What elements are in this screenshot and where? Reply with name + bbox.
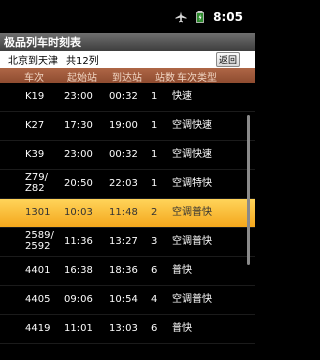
airplane-icon <box>175 11 187 22</box>
cell-stops: 3 <box>151 236 158 247</box>
cell-train: 4419 <box>25 323 51 334</box>
cell-type: 空调普快 <box>172 294 212 305</box>
cell-stops: 1 <box>151 120 158 131</box>
cell-departure: 11:36 <box>64 236 93 247</box>
cell-stops: 6 <box>151 323 158 334</box>
cell-train: 4405 <box>25 294 51 305</box>
cell-stops: 4 <box>151 294 158 305</box>
back-button[interactable]: 返回 <box>216 52 240 67</box>
cell-arrival: 10:54 <box>109 294 138 305</box>
table-row[interactable]: K19 23:00 00:32 1 快速 <box>0 83 255 112</box>
cell-stops: 1 <box>151 178 158 189</box>
header-departure: 起始站 <box>67 73 97 84</box>
cell-departure: 09:06 <box>64 294 93 305</box>
app-title: 极品列车时刻表 <box>4 36 81 49</box>
cell-type: 空调普快 <box>172 207 212 218</box>
cell-arrival: 00:32 <box>109 149 138 160</box>
cell-stops: 1 <box>151 91 158 102</box>
cell-train-line2: 2592 <box>25 241 51 252</box>
cell-train: Z79/ Z82 <box>25 172 48 194</box>
cell-type: 空调特快 <box>172 178 212 189</box>
cell-stops: 2 <box>151 207 158 218</box>
cell-train-line2: Z82 <box>25 183 45 194</box>
header-arrival: 到达站 <box>112 73 142 84</box>
cell-departure: 16:38 <box>64 265 93 276</box>
cell-train-line1: Z79/ <box>25 172 48 183</box>
cell-arrival: 13:03 <box>109 323 138 334</box>
cell-arrival: 11:48 <box>109 207 138 218</box>
table-row[interactable]: K27 17:30 19:00 1 空调快速 <box>0 112 255 141</box>
train-list: K19 23:00 00:32 1 快速 K27 17:30 19:00 1 空… <box>0 83 255 344</box>
table-row[interactable]: K39 23:00 00:32 1 空调快速 <box>0 141 255 170</box>
table-row[interactable]: 2589/ 2592 11:36 13:27 3 空调普快 <box>0 228 255 257</box>
table-row[interactable]: Z79/ Z82 20:50 22:03 1 空调特快 <box>0 170 255 199</box>
route-bar: 北京到天津 共12列 返回 <box>0 51 255 68</box>
cell-train-line1: 2589/ <box>25 230 54 241</box>
cell-type: 普快 <box>172 265 192 276</box>
cell-type: 快速 <box>172 91 192 102</box>
header-type: 车次类型 <box>177 73 217 84</box>
cell-departure: 23:00 <box>64 149 93 160</box>
cell-stops: 6 <box>151 265 158 276</box>
cell-departure: 23:00 <box>64 91 93 102</box>
table-header: 车次 起始站 到达站 站数 车次类型 <box>0 68 255 84</box>
cell-departure: 10:03 <box>64 207 93 218</box>
cell-train: 4401 <box>25 265 51 276</box>
cell-arrival: 13:27 <box>109 236 138 247</box>
scrollbar[interactable] <box>247 115 250 265</box>
cell-arrival: 18:36 <box>109 265 138 276</box>
header-stops: 站数 <box>155 73 175 84</box>
cell-train: 1301 <box>25 207 51 218</box>
status-bar: 8:05 <box>0 0 255 33</box>
table-row[interactable]: 4405 09:06 10:54 4 空调普快 <box>0 286 255 315</box>
cell-departure: 17:30 <box>64 120 93 131</box>
clock: 8:05 <box>213 9 243 24</box>
cell-arrival: 00:32 <box>109 91 138 102</box>
cell-type: 空调快速 <box>172 149 212 160</box>
cell-arrival: 22:03 <box>109 178 138 189</box>
app-title-bar: 极品列车时刻表 <box>0 33 255 51</box>
cell-departure: 11:01 <box>64 323 93 334</box>
train-count: 共12列 <box>66 56 99 67</box>
cell-departure: 20:50 <box>64 178 93 189</box>
cell-type: 空调普快 <box>172 236 212 247</box>
cell-train: K27 <box>25 120 45 131</box>
cell-train: K19 <box>25 91 45 102</box>
cell-arrival: 19:00 <box>109 120 138 131</box>
cell-type: 空调快速 <box>172 120 212 131</box>
header-train: 车次 <box>24 73 44 84</box>
battery-icon <box>196 10 205 23</box>
cell-train: K39 <box>25 149 45 160</box>
table-row[interactable]: 4419 11:01 13:03 6 普快 <box>0 315 255 344</box>
cell-stops: 1 <box>151 149 158 160</box>
route-text: 北京到天津 <box>8 56 58 67</box>
cell-train: 2589/ 2592 <box>25 230 54 252</box>
cell-type: 普快 <box>172 323 192 334</box>
table-row[interactable]: 4401 16:38 18:36 6 普快 <box>0 257 255 286</box>
table-row-selected[interactable]: 1301 10:03 11:48 2 空调普快 <box>0 199 255 228</box>
